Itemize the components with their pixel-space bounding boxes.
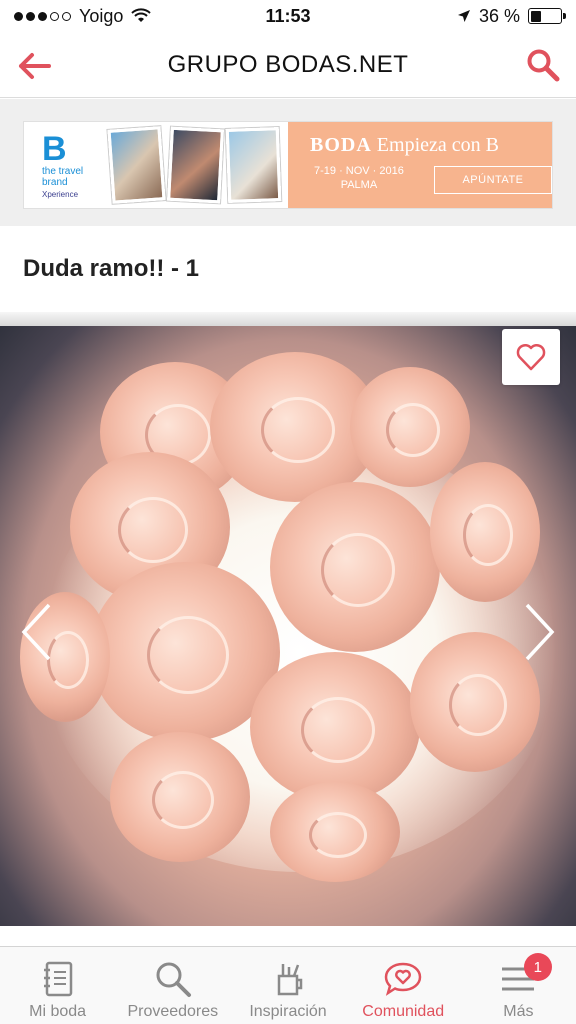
ad-headline-bold: BODA xyxy=(310,134,372,156)
rose xyxy=(110,732,250,862)
ad-banner[interactable]: B the travel brand Xperience BODA Empiez… xyxy=(23,121,553,209)
rose xyxy=(430,462,540,602)
ad-photo xyxy=(107,126,166,204)
battery-icon xyxy=(528,8,566,24)
ad-photos xyxy=(102,122,288,208)
search-icon xyxy=(153,959,193,999)
search-icon xyxy=(527,49,560,82)
battery-percent: 36 % xyxy=(478,5,520,26)
ad-date-range: 7-19 · NOV · 2016 xyxy=(314,165,404,177)
rose xyxy=(270,482,440,652)
previous-photo-button[interactable] xyxy=(16,600,56,664)
wifi-icon xyxy=(131,8,152,22)
signal-icon xyxy=(14,11,71,21)
nav-mi-boda[interactable]: Mi boda xyxy=(0,947,115,1024)
photo-top-strip xyxy=(0,312,576,326)
status-right: 36 % xyxy=(457,5,566,27)
ad-photo xyxy=(226,127,282,203)
next-photo-button[interactable] xyxy=(520,600,560,664)
nav-label: Más xyxy=(503,1003,534,1020)
carrier-label: Yoigo xyxy=(79,5,124,26)
status-left: Yoigo xyxy=(14,5,152,27)
notification-badge: 1 xyxy=(523,953,552,981)
ad-headline: BODA Empieza con B xyxy=(310,134,499,157)
nav-proveedores[interactable]: Proveedores xyxy=(115,947,230,1024)
nav-comunidad[interactable]: Comunidad xyxy=(346,947,461,1024)
app-header: GRUPO BODAS.NET xyxy=(0,32,576,98)
ad-brand: B the travel brand Xperience xyxy=(24,122,102,208)
location-arrow-icon xyxy=(457,10,470,22)
back-button[interactable] xyxy=(14,46,54,86)
rose xyxy=(270,782,400,882)
status-bar: Yoigo 11:53 36 % xyxy=(0,0,576,32)
brand-logo: B xyxy=(42,129,67,168)
arrow-left-icon xyxy=(19,53,51,79)
ad-dates: 7-19 · NOV · 2016 PALMA xyxy=(314,164,404,192)
bottom-nav: Mi boda Proveedores Inspiración Comunida… xyxy=(0,946,576,1024)
rose xyxy=(350,367,470,487)
chevron-left-icon xyxy=(21,603,51,661)
nav-label: Mi boda xyxy=(29,1003,87,1020)
nav-label: Inspiración xyxy=(249,1003,327,1020)
page-title: GRUPO BODAS.NET xyxy=(167,50,409,78)
post-title: Duda ramo!! - 1 xyxy=(23,255,200,282)
nav-label: Proveedores xyxy=(127,1003,219,1020)
nav-inspiracion[interactable]: Inspiración xyxy=(230,947,345,1024)
battery-fill xyxy=(530,10,541,22)
notebook-icon xyxy=(38,959,78,999)
favorite-button[interactable] xyxy=(502,329,560,385)
ad-photo xyxy=(166,126,224,204)
pencil-cup-icon xyxy=(268,959,308,999)
status-time: 11:53 xyxy=(265,5,311,26)
chat-heart-icon xyxy=(383,959,423,999)
brand-line-1: the travel xyxy=(42,165,84,177)
ad-headline-rest: Empieza con B xyxy=(376,134,499,156)
chevron-right-icon xyxy=(525,603,555,661)
nav-label: Comunidad xyxy=(362,1003,445,1020)
ad-zone: B the travel brand Xperience BODA Empiez… xyxy=(0,99,576,226)
post-title-bar: Duda ramo!! - 1 xyxy=(0,226,576,312)
ad-cta-button[interactable]: APÚNTATE xyxy=(434,166,552,194)
heart-icon xyxy=(516,343,546,371)
brand-sub: Xperience xyxy=(42,189,79,199)
brand-line-2: brand xyxy=(42,176,68,188)
nav-mas[interactable]: Más 1 xyxy=(461,947,576,1024)
ad-city: PALMA xyxy=(340,179,378,191)
ad-info: BODA Empieza con B 7-19 · NOV · 2016 PAL… xyxy=(288,122,552,208)
search-button[interactable] xyxy=(522,44,564,86)
rose xyxy=(250,652,420,802)
bouquet-photo[interactable] xyxy=(0,312,576,926)
